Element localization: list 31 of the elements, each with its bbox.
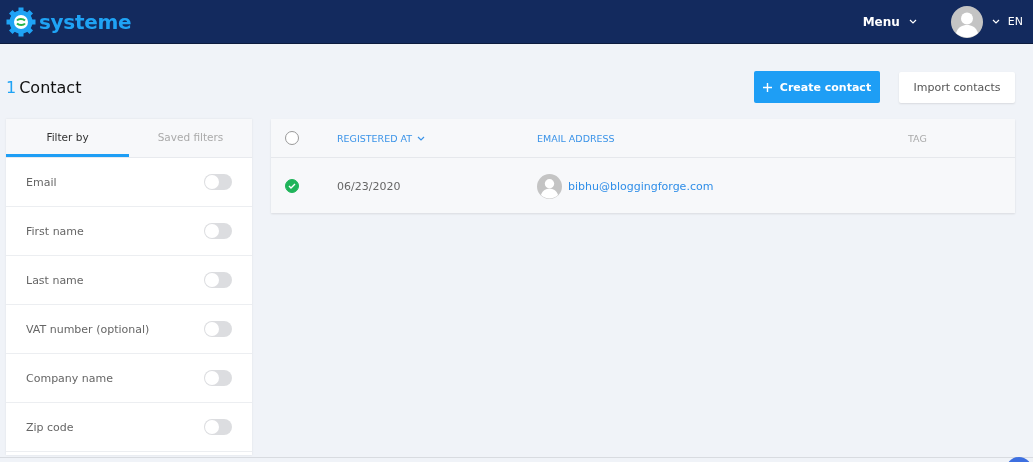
filter-tab[interactable]: Filter by bbox=[6, 119, 129, 157]
filter-label: First name bbox=[26, 224, 84, 238]
avatar-icon bbox=[537, 173, 562, 199]
filter-label: Company name bbox=[26, 371, 114, 385]
select-all-checkbox[interactable] bbox=[285, 131, 299, 145]
table-cell-text: 06/23/2020 bbox=[337, 179, 402, 193]
plus-icon bbox=[762, 82, 772, 92]
language-selector[interactable]: EN bbox=[1007, 15, 1023, 28]
filter-label: Zip code bbox=[26, 420, 74, 434]
filter-label: VAT number (optional) bbox=[26, 322, 150, 336]
filter-label: Last name bbox=[26, 273, 84, 287]
toggle-switch[interactable] bbox=[204, 370, 232, 386]
toggle-switch[interactable] bbox=[204, 272, 232, 288]
column-header: EMAIL ADDRESS bbox=[537, 132, 616, 144]
menu-button[interactable]: Menu bbox=[862, 14, 917, 29]
import-contacts-button[interactable]: Import contacts bbox=[899, 71, 1015, 103]
check-icon bbox=[288, 183, 296, 189]
row-checkbox[interactable] bbox=[285, 179, 299, 193]
toggle-switch[interactable] bbox=[204, 223, 232, 239]
page-title: 1 Contact bbox=[6, 77, 82, 97]
logo-text: systeme bbox=[39, 9, 132, 34]
chevron-down-icon bbox=[908, 19, 917, 24]
toggle-switch[interactable] bbox=[204, 174, 232, 190]
gear-logo-icon bbox=[6, 6, 36, 37]
toggle-switch[interactable] bbox=[204, 321, 232, 337]
column-header: TAG bbox=[908, 132, 928, 144]
sort-chevron-icon bbox=[417, 135, 426, 141]
chevron-down-icon bbox=[991, 19, 1000, 24]
avatar-icon bbox=[950, 5, 983, 38]
filter-label: Email bbox=[26, 175, 57, 189]
toggle-switch[interactable] bbox=[204, 419, 232, 435]
